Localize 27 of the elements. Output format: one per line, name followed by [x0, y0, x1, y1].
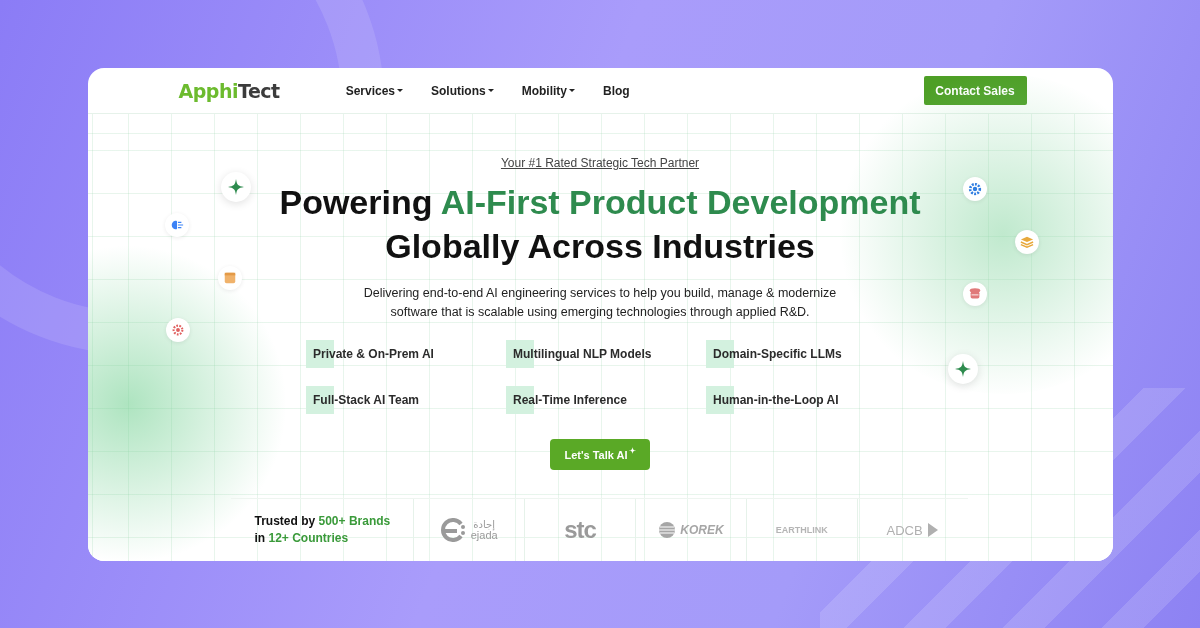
caret-icon — [569, 89, 575, 92]
nav-link[interactable]: Mobility — [521, 83, 575, 98]
tagline-link[interactable]: Your #1 Rated Strategic Tech Partner — [500, 156, 700, 170]
layers-icon — [1019, 235, 1034, 249]
headline: Powering AI-First Product Development Globally Across Industries — [279, 182, 921, 267]
client-logo: stc — [564, 516, 596, 544]
caret-icon — [397, 89, 403, 92]
nav-link[interactable]: Solutions — [431, 83, 494, 98]
gear-icon — [967, 182, 982, 196]
trust-statement: Trusted by 500+ Brands in 12+ Countries — [253, 513, 392, 547]
client-logo: ADCB — [886, 522, 923, 538]
sparkle-icon — [954, 361, 971, 377]
sparkle-icon — [227, 179, 244, 195]
client-logo: EARTHLINK — [775, 525, 828, 535]
nav-link[interactable]: Blog — [603, 83, 630, 98]
nav-link[interactable]: Services — [345, 83, 403, 98]
play-icon — [926, 522, 939, 538]
client-logo: KOREK — [680, 523, 724, 537]
ejada-mark-icon — [440, 518, 467, 542]
hero-description: Delivering end-to-end AI engineering services to help you build, manage & modernize software that is scalable using emerging technologies through applied R&D. — [362, 285, 838, 321]
gear-icon — [170, 323, 185, 337]
window-icon — [222, 271, 237, 285]
database-icon — [967, 287, 982, 301]
sparkle-icon — [628, 446, 636, 454]
brand-logo[interactable]: ApphiTect — [178, 79, 280, 102]
caret-icon — [487, 89, 494, 92]
globe-icon — [658, 521, 677, 539]
